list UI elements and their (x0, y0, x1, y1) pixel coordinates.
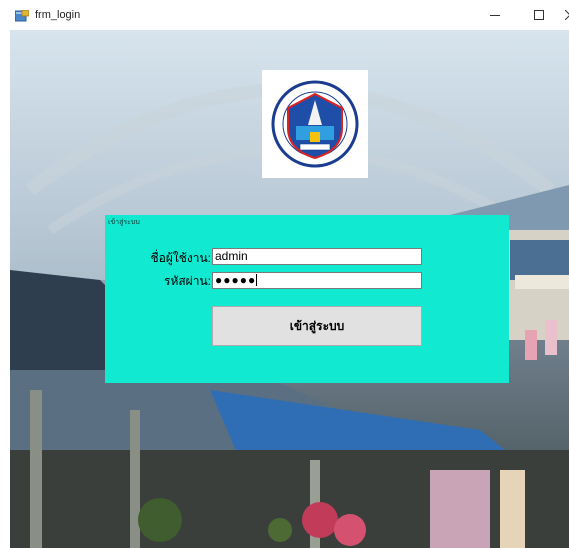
school-logo (262, 70, 368, 178)
window-title: frm_login (35, 9, 81, 21)
title-bar[interactable]: frm_login (0, 0, 569, 30)
close-icon (565, 10, 569, 20)
maximize-icon (534, 10, 544, 20)
maximize-button[interactable] (528, 6, 550, 24)
password-value: ●●●●● (215, 273, 257, 287)
panel-caption: เข้าสู่ระบบ (108, 219, 140, 226)
minimize-button[interactable] (484, 6, 506, 24)
username-input[interactable]: admin (212, 248, 422, 265)
login-button[interactable]: เข้าสู่ระบบ (212, 306, 422, 346)
username-value: admin (215, 249, 248, 263)
login-panel: เข้าสู่ระบบ ชื่อผู้ใช้งาน: admin รหัสผ่า… (105, 215, 509, 383)
login-window: frm_login เข้าสู่ระบบ ชื่อผู้ใช้งาน: adm… (0, 0, 569, 548)
text-caret (256, 274, 258, 286)
close-button[interactable] (559, 6, 569, 24)
password-input[interactable]: ●●●●● (212, 272, 422, 289)
form-app-icon (14, 9, 30, 22)
username-label: ชื่อผู้ใช้งาน: (150, 251, 211, 265)
login-button-label: เข้าสู่ระบบ (289, 318, 345, 333)
minimize-icon (490, 15, 500, 16)
password-label: รหัสผ่าน: (164, 274, 211, 288)
